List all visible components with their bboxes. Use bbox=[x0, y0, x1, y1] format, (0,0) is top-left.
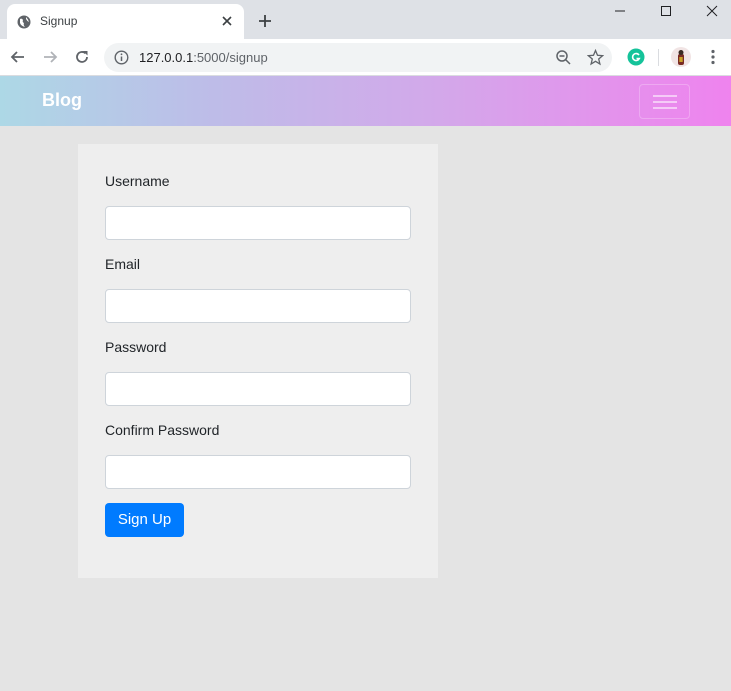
toolbar-divider bbox=[658, 49, 659, 66]
globe-icon bbox=[17, 15, 31, 29]
url-host: 127.0.0.1 bbox=[139, 50, 194, 65]
confirm-password-input[interactable] bbox=[105, 455, 411, 489]
grammarly-icon[interactable] bbox=[627, 48, 645, 66]
password-input[interactable] bbox=[105, 372, 411, 406]
profile-avatar[interactable] bbox=[671, 47, 691, 67]
maximize-icon bbox=[661, 6, 671, 16]
close-icon[interactable] bbox=[220, 14, 234, 28]
browser-toolbar: 127.0.0.1:5000/signup bbox=[0, 39, 731, 76]
browser-tab[interactable]: Signup bbox=[7, 4, 244, 39]
window-close-button[interactable] bbox=[689, 0, 731, 28]
reload-icon[interactable] bbox=[72, 47, 92, 67]
more-icon[interactable] bbox=[704, 48, 722, 66]
email-input[interactable] bbox=[105, 289, 411, 323]
maximize-button[interactable] bbox=[643, 0, 689, 28]
username-input[interactable] bbox=[105, 206, 411, 240]
navbar-brand[interactable]: Blog bbox=[42, 90, 82, 111]
confirm-password-label: Confirm Password bbox=[105, 422, 220, 438]
minimize-button[interactable] bbox=[597, 0, 643, 28]
hamburger-icon bbox=[653, 95, 677, 97]
address-bar[interactable]: 127.0.0.1:5000/signup bbox=[104, 43, 612, 72]
hamburger-icon bbox=[653, 101, 677, 103]
url-text[interactable]: 127.0.0.1:5000/signup bbox=[139, 50, 268, 65]
zoom-out-icon[interactable] bbox=[555, 49, 572, 66]
minimize-icon bbox=[615, 10, 625, 12]
url-path: :5000/signup bbox=[193, 50, 268, 65]
navbar-toggler-button[interactable] bbox=[639, 84, 690, 119]
browser-tab-strip: Signup bbox=[0, 0, 731, 39]
plus-icon[interactable] bbox=[257, 13, 273, 29]
forward-icon[interactable] bbox=[40, 47, 60, 67]
email-label: Email bbox=[105, 256, 141, 272]
info-icon[interactable] bbox=[114, 50, 129, 65]
tab-title: Signup bbox=[40, 14, 78, 28]
username-label: Username bbox=[105, 173, 170, 189]
back-icon[interactable] bbox=[8, 47, 28, 67]
signup-form: Username Email Password Confirm Password… bbox=[78, 144, 438, 578]
hamburger-icon bbox=[653, 107, 677, 109]
password-label: Password bbox=[105, 339, 167, 355]
star-icon[interactable] bbox=[587, 49, 604, 66]
sign-up-button[interactable]: Sign Up bbox=[105, 503, 184, 537]
navbar: Blog bbox=[0, 76, 731, 126]
window-close-icon bbox=[706, 5, 718, 17]
